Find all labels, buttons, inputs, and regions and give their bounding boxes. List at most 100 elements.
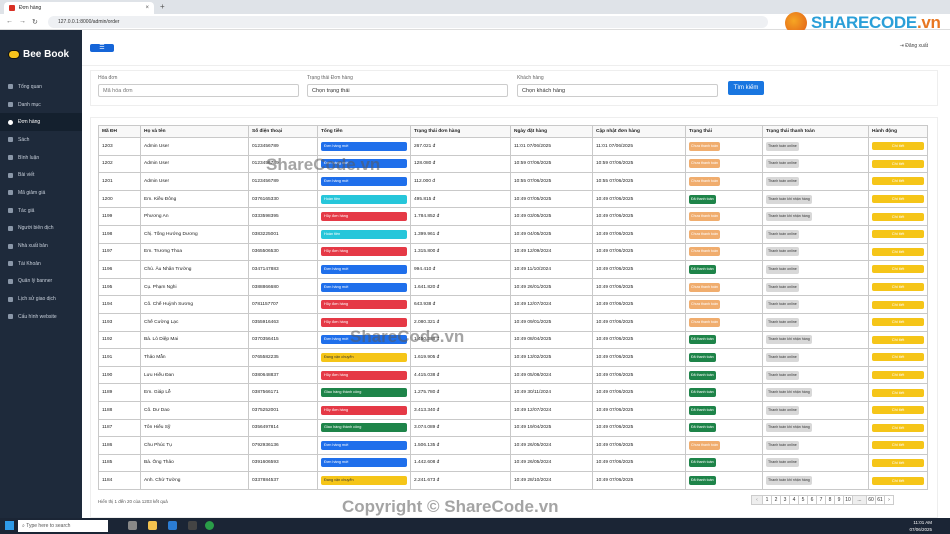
back-icon[interactable]: ←: [6, 18, 13, 25]
payment-status-cell: Chưa thanh toán: [685, 295, 763, 314]
detail-button[interactable]: Chi tiết: [872, 441, 924, 450]
forward-icon[interactable]: →: [19, 18, 26, 25]
customer-name-cell: Phương An: [140, 207, 249, 226]
total-cell: 267.021 đ: [410, 137, 511, 156]
phone-cell: 0387566171: [248, 383, 318, 402]
payment-method-badge: Thanh toán khi nhận hàng: [766, 388, 812, 398]
ordered-date-cell: 10:49 11/10/2024: [510, 260, 593, 279]
detail-button[interactable]: Chi tiết: [872, 159, 924, 168]
file-explorer-icon[interactable]: [148, 521, 157, 530]
phone-cell: 0781157707: [248, 295, 318, 314]
search-button[interactable]: Tìm kiếm: [728, 81, 764, 95]
status-filter-label: Trạng thái Đơn hàng: [307, 75, 353, 81]
total-cell: 1.784.852 đ: [410, 207, 511, 226]
order-status-cell: Giao hàng thành công: [317, 418, 411, 438]
sidebar-item[interactable]: Sách: [0, 131, 82, 149]
total-cell: 3.074.089 đ: [410, 418, 511, 438]
detail-button[interactable]: Chi tiết: [872, 406, 924, 415]
status-select[interactable]: [307, 84, 508, 97]
sidebar-item[interactable]: Quản lý banner: [0, 273, 82, 291]
detail-button[interactable]: Chi tiết: [872, 318, 924, 327]
sidebar-item[interactable]: Lịch sử giao dịch: [0, 290, 82, 308]
ordered-date-cell: 10:55 07/06/2025: [510, 172, 593, 191]
ordered-date-cell: 10:49 12/07/2024: [510, 400, 593, 420]
menu-toggle-button[interactable]: ☰: [90, 44, 114, 52]
detail-button[interactable]: Chi tiết: [872, 265, 924, 274]
sidebar-item-icon: [8, 84, 13, 90]
detail-button[interactable]: Chi tiết: [872, 283, 924, 292]
customer-select[interactable]: [517, 84, 718, 97]
detail-button[interactable]: Chi tiết: [872, 371, 924, 380]
table-row: 1186 Chu Phúc Tụ 0792936136 Đơn hàng mới 1.5…: [98, 436, 928, 455]
total-cell: 495.815 đ: [410, 189, 511, 209]
detail-button[interactable]: Chi tiết: [872, 177, 924, 186]
column-header: Mã ĐH: [98, 125, 141, 138]
browser-tab[interactable]: Đơn hàng ×: [4, 2, 154, 14]
sidebar-item[interactable]: Tác giả: [0, 202, 82, 220]
clock[interactable]: 11:01 AM 07/06/2025: [909, 519, 932, 533]
payment-method-badge: Thanh toán online: [766, 282, 799, 292]
terminal-icon[interactable]: [188, 521, 197, 530]
detail-button[interactable]: Chi tiết: [872, 230, 924, 239]
customer-name-cell: Tôn Hiếu Sỹ: [140, 418, 249, 438]
detail-button[interactable]: Chi tiết: [872, 353, 924, 362]
customer-filter: Khách hàng: [517, 75, 718, 97]
windows-start-icon[interactable]: [5, 521, 14, 530]
reload-icon[interactable]: ↻: [32, 18, 38, 26]
payment-status-badge: Chưa thanh toán: [689, 440, 720, 450]
sidebar-item[interactable]: Mã giảm giá: [0, 184, 82, 202]
sidebar-item[interactable]: Người biên dịch: [0, 220, 82, 238]
detail-button[interactable]: Chi tiết: [872, 423, 924, 432]
detail-button[interactable]: Chi tiết: [872, 212, 924, 221]
detail-button[interactable]: Chi tiết: [872, 388, 924, 397]
close-tab-icon[interactable]: ×: [145, 5, 149, 11]
url-field[interactable]: 127.0.0.1:8000/admin/order: [48, 16, 768, 28]
sidebar-item[interactable]: Cấu hình website: [0, 308, 82, 326]
payment-method-badge: Thanh toán online: [766, 440, 799, 450]
detail-button[interactable]: Chi tiết: [872, 335, 924, 344]
favicon-icon: [9, 5, 15, 11]
logout-button[interactable]: ⇥ Đăng xuất: [900, 43, 928, 49]
table-row: 1197 Em. Trương Thoa 0365506530 Hủy đơn hàn…: [98, 242, 928, 262]
sidebar-item[interactable]: Bài viết: [0, 166, 82, 184]
payment-status-cell: Đã thanh toán: [685, 260, 763, 279]
sidebar-item[interactable]: Tài Khoản: [0, 255, 82, 273]
payment-status-cell: Đã thanh toán: [685, 471, 763, 490]
order-status-cell: Đang vận chuyển: [317, 348, 411, 367]
sidebar-item[interactable]: Đơn hàng: [0, 113, 82, 132]
sidebar-item-label: Người biên dịch: [18, 225, 54, 232]
taskbar: ⌕ Type here to search 11:01 AM 07/06/2025: [0, 518, 950, 534]
detail-button[interactable]: Chi tiết: [872, 247, 924, 256]
detail-button[interactable]: Chi tiết: [872, 142, 924, 151]
total-cell: 1.619.905 đ: [410, 348, 511, 367]
order-id-cell: 1191: [98, 348, 141, 367]
detail-button[interactable]: Chi tiết: [872, 195, 924, 204]
tab-title: Đơn hàng: [19, 5, 42, 11]
sidebar-item[interactable]: Bình luận: [0, 149, 82, 167]
vscode-icon[interactable]: [168, 521, 177, 530]
detail-button[interactable]: Chi tiết: [872, 458, 924, 467]
detail-button[interactable]: Chi tiết: [872, 476, 924, 485]
detail-button[interactable]: Chi tiết: [872, 300, 924, 309]
sidebar-item[interactable]: Danh mục: [0, 96, 82, 114]
payment-method-cell: Thanh toán online: [762, 154, 869, 174]
new-tab-icon[interactable]: +: [160, 2, 165, 11]
chrome-icon[interactable]: [205, 521, 214, 530]
task-view-icon[interactable]: [128, 521, 137, 530]
action-cell: Chi tiết: [868, 224, 928, 244]
sidebar-item[interactable]: Tổng quan: [0, 78, 82, 96]
phone-cell: 0337884537: [248, 471, 318, 490]
taskbar-search[interactable]: ⌕ Type here to search: [18, 520, 108, 532]
column-header: Trạng thái: [685, 125, 763, 138]
sidebar-item[interactable]: Nhà xuất bản: [0, 237, 82, 255]
total-cell: 1.641.820 đ: [410, 277, 511, 297]
payment-method-badge: Thanh toán khi nhận hàng: [766, 194, 812, 204]
updated-date-cell: 11:01 07/06/2025: [592, 137, 686, 156]
pagination-next[interactable]: ›: [884, 495, 894, 505]
payment-status-cell: Chưa thanh toán: [685, 224, 763, 244]
top-bar: ☰ ⇥ Đăng xuất: [82, 30, 950, 66]
payment-status-cell: Đã thanh toán: [685, 330, 763, 350]
invoice-input[interactable]: [98, 84, 299, 97]
payment-status-badge: Đã thanh toán: [689, 194, 716, 204]
sidebar-logo[interactable]: Bee Book: [0, 30, 82, 78]
